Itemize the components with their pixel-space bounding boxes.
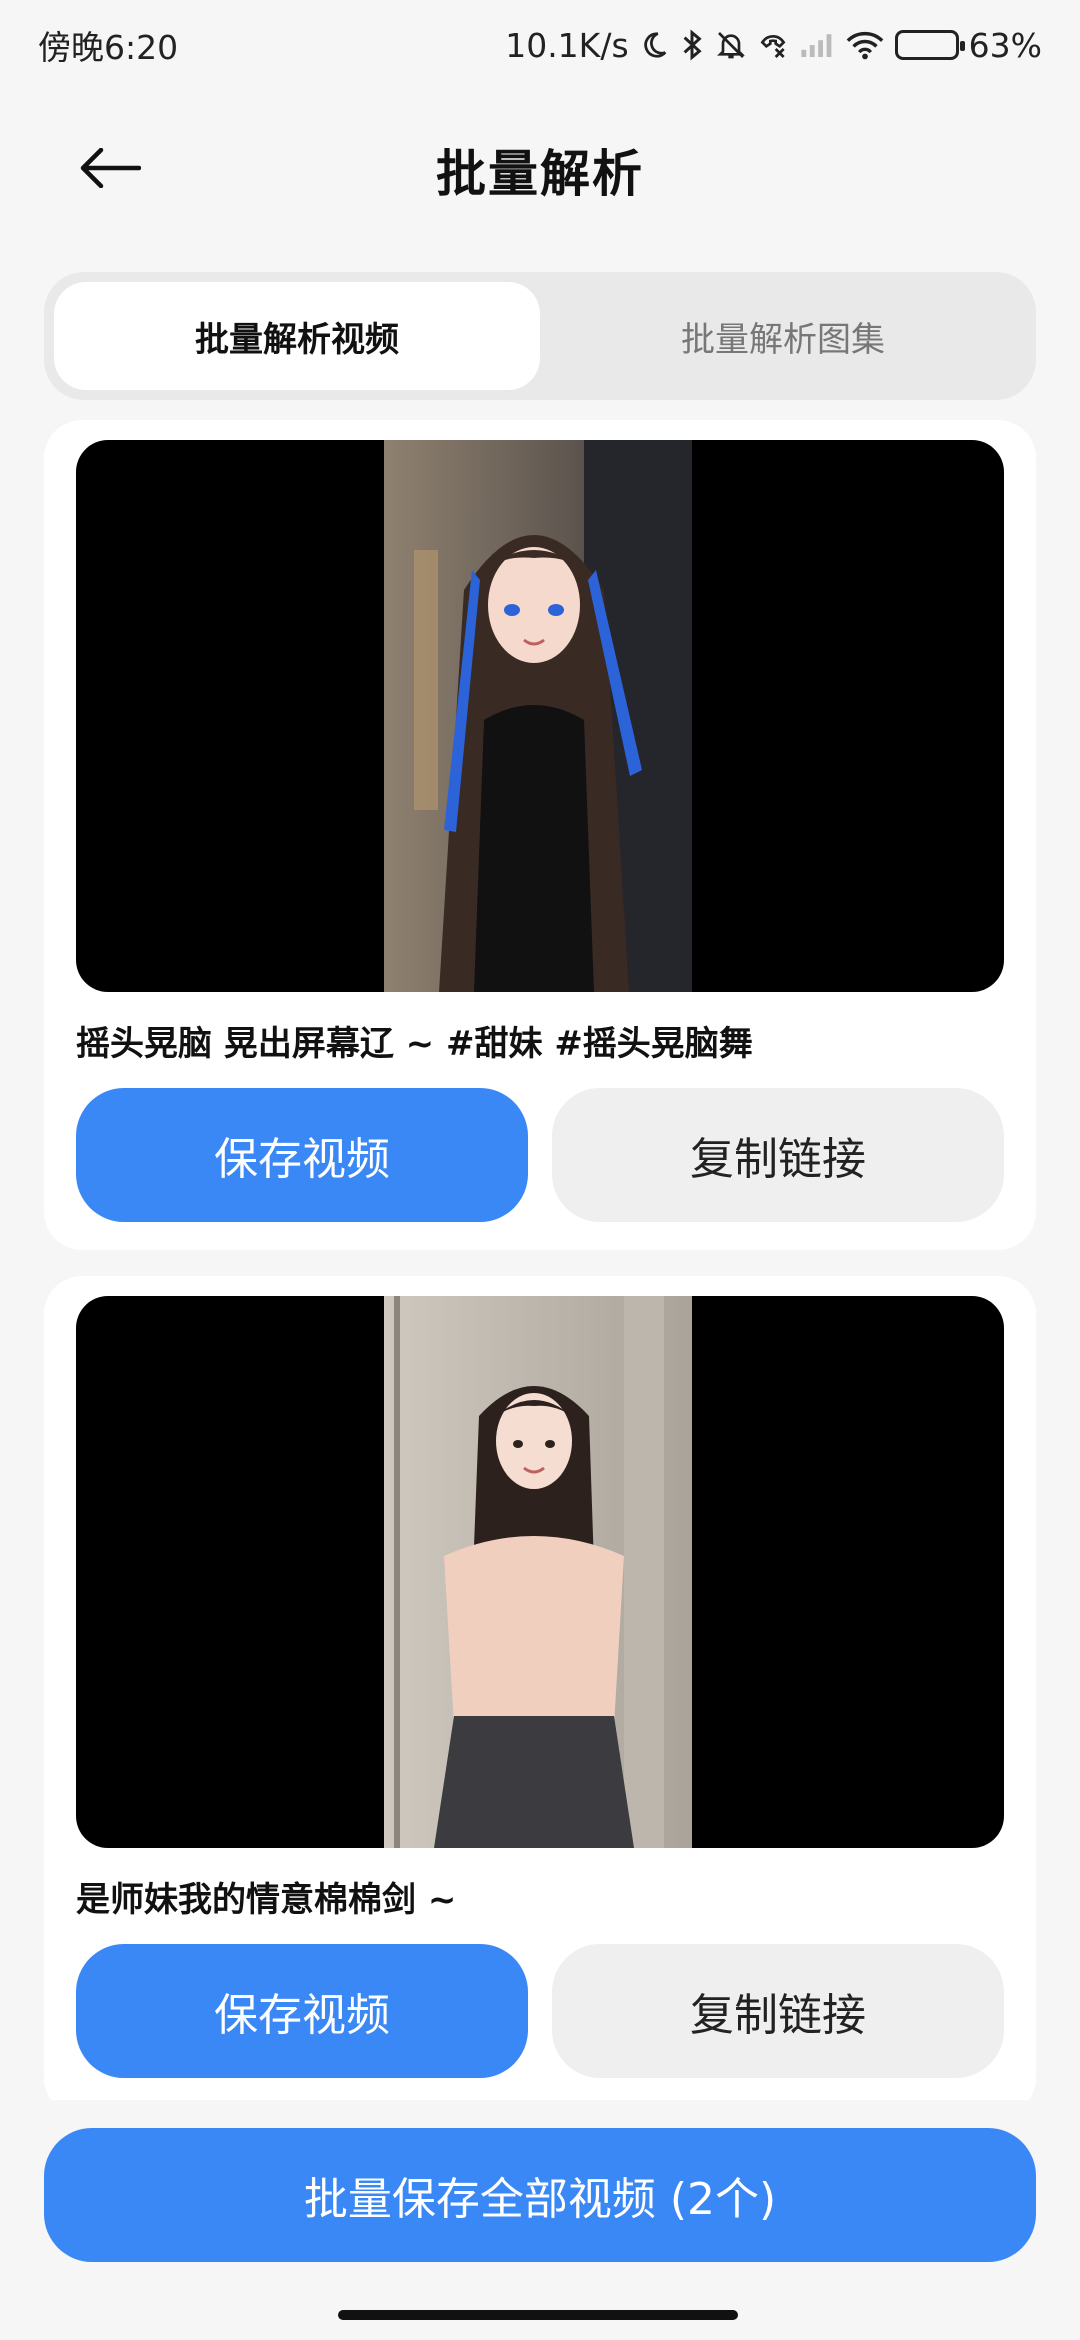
- video-card: 摇头晃脑 晃出屏幕辽 ~ #甜妹 #摇头晃脑舞 保存视频 复制链接: [44, 420, 1036, 1250]
- status-bar: 傍晚6:20 10.1K/s 63%: [0, 0, 1080, 90]
- copy-link-button[interactable]: 复制链接: [552, 1088, 1004, 1222]
- video-list[interactable]: 摇头晃脑 晃出屏幕辽 ~ #甜妹 #摇头晃脑舞 保存视频 复制链接 是师妹我的情…: [0, 420, 1080, 2100]
- save-video-button[interactable]: 保存视频: [76, 1944, 528, 2078]
- video-card: 是师妹我的情意棉棉剑 ~ 保存视频 复制链接: [44, 1276, 1036, 2100]
- status-time: 傍晚6:20: [38, 28, 179, 67]
- video-preview[interactable]: [76, 440, 1004, 992]
- video-caption: 摇头晃脑 晃出屏幕辽 ~ #甜妹 #摇头晃脑舞: [76, 1024, 753, 1064]
- mute-icon: [715, 29, 747, 61]
- back-button[interactable]: [70, 138, 150, 202]
- save-all-videos-button[interactable]: 批量保存全部视频 (2个): [44, 2128, 1036, 2262]
- tab-bar: 批量解析视频 批量解析图集: [44, 272, 1036, 400]
- video-thumbnail: [384, 440, 692, 992]
- call-missed-icon: [757, 29, 789, 61]
- copy-link-button[interactable]: 复制链接: [552, 1944, 1004, 2078]
- moon-icon: [639, 30, 669, 60]
- bluetooth-icon: [679, 29, 705, 61]
- video-preview[interactable]: [76, 1296, 1004, 1848]
- battery-percent: 63%: [968, 25, 1042, 65]
- header: 批量解析: [0, 110, 1080, 230]
- tab-batch-gallery[interactable]: 批量解析图集: [540, 282, 1026, 390]
- signal-icon: [799, 30, 835, 60]
- video-thumbnail: [384, 1296, 692, 1848]
- net-speed: 10.1K/s: [505, 25, 629, 65]
- wifi-icon: [845, 29, 885, 61]
- battery-icon: [894, 30, 965, 60]
- tab-batch-video[interactable]: 批量解析视频: [54, 282, 540, 390]
- video-caption: 是师妹我的情意棉棉剑 ~: [76, 1880, 457, 1920]
- status-icons: 10.1K/s 63%: [505, 26, 1042, 65]
- save-video-button[interactable]: 保存视频: [76, 1088, 528, 1222]
- home-indicator[interactable]: [338, 2310, 738, 2320]
- arrow-left-icon: [79, 147, 142, 192]
- page-title: 批量解析: [436, 145, 644, 203]
